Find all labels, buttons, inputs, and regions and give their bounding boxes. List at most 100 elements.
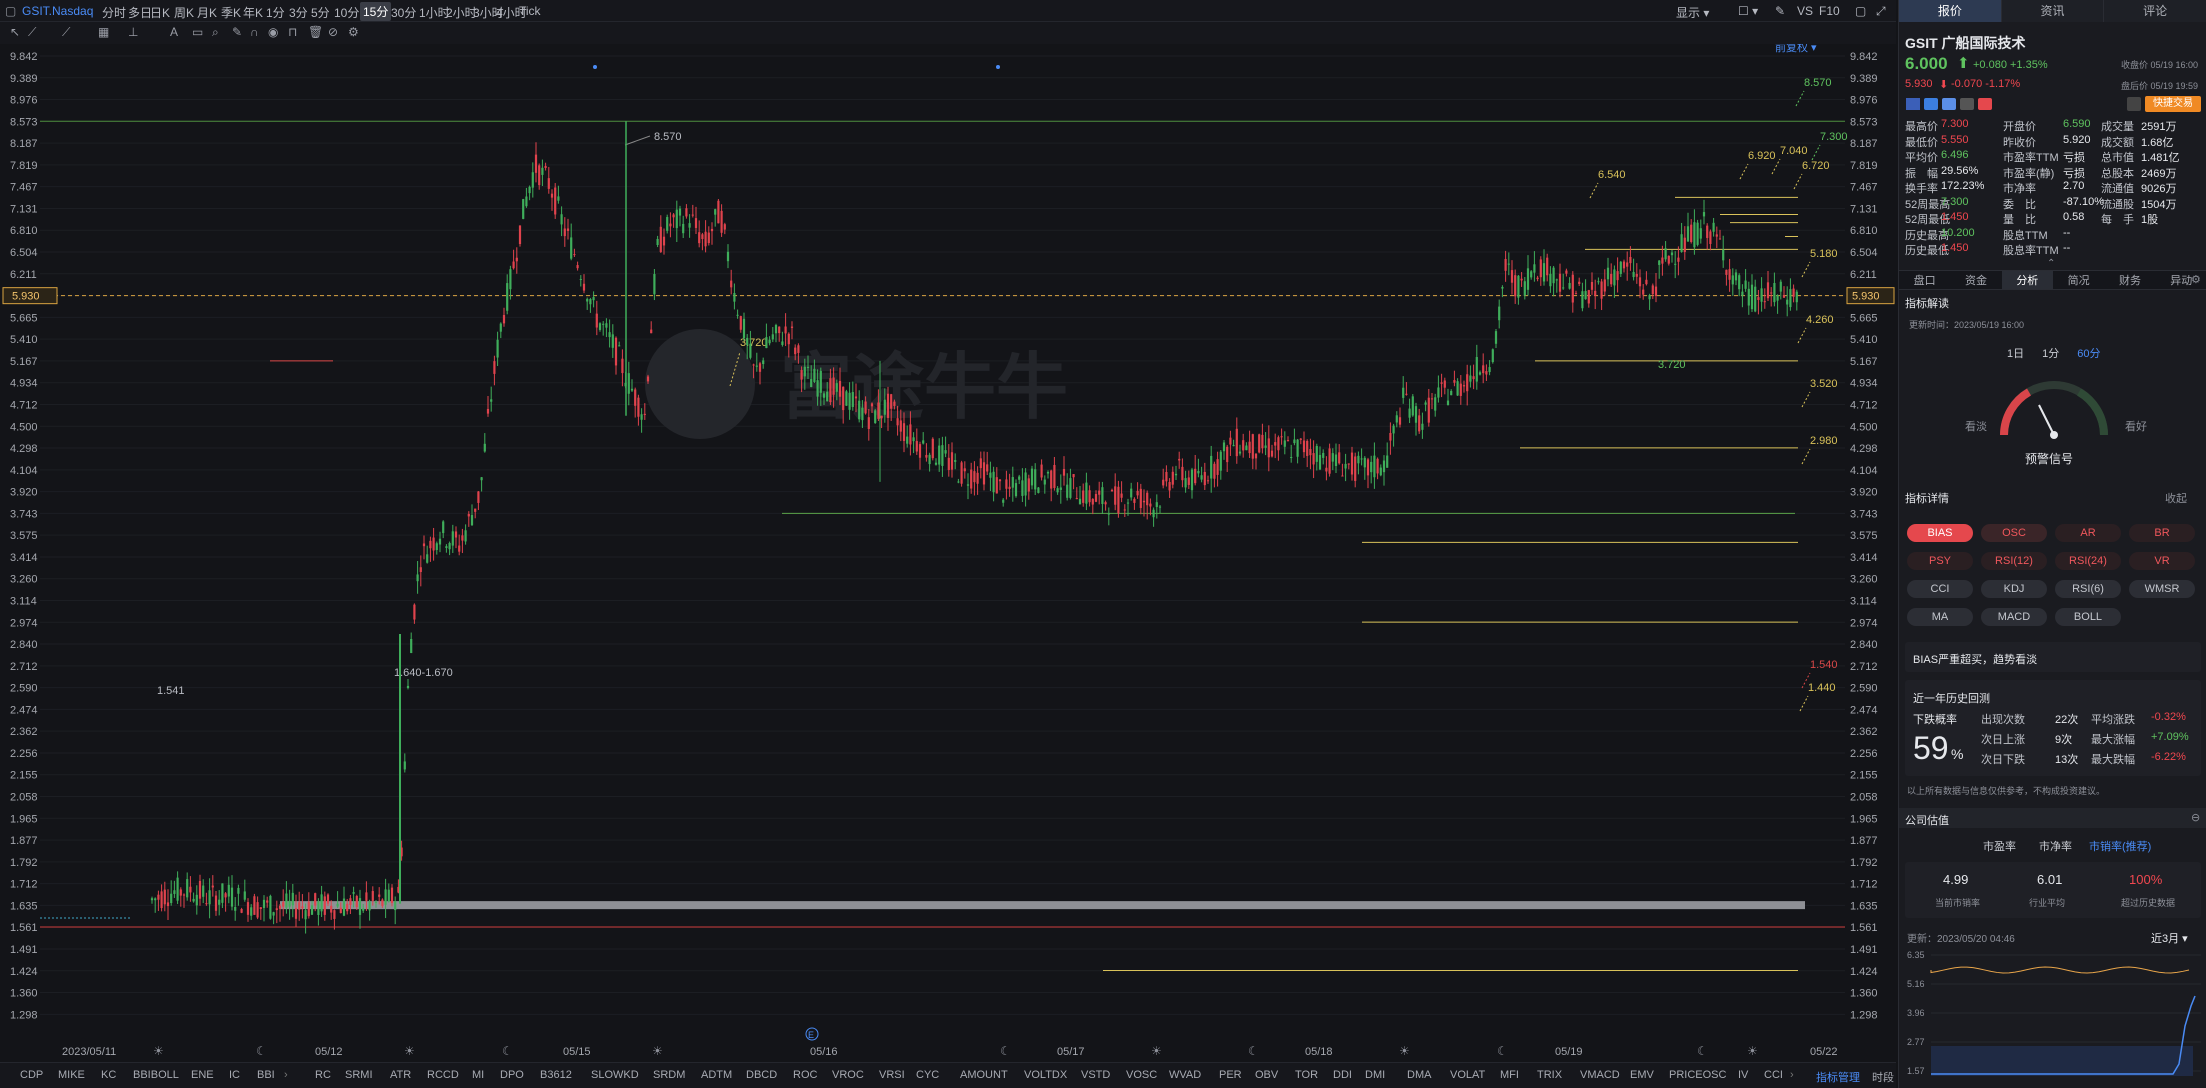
indicator-pill[interactable]: MACD <box>1981 608 2047 626</box>
valuation-tab[interactable]: 市净率 <box>2039 838 2072 854</box>
kline-svg[interactable]: 9.842 9.842 9.389 9.389 8.976 8.976 8.573 8.573… <box>0 40 1896 1060</box>
indicator-pill[interactable]: VR <box>2129 552 2195 570</box>
lock-icon[interactable]: ⊓ <box>288 25 297 39</box>
indicator-pill[interactable]: KDJ <box>1981 580 2047 598</box>
trash-icon[interactable]: 🗑 <box>308 25 323 39</box>
indicator-pill[interactable]: CCI <box>1907 580 1973 598</box>
text-icon[interactable]: A <box>170 25 178 39</box>
period-3分[interactable]: 3分 <box>289 4 308 21</box>
indicator-tab[interactable]: VRSI <box>879 1069 905 1081</box>
period-1分[interactable]: 1分 <box>266 4 285 21</box>
magnet-icon[interactable]: ∩ <box>250 25 259 39</box>
indicator-tab[interactable]: VOSC <box>1126 1069 1157 1081</box>
gear-icon[interactable]: ⚙ <box>2191 273 2201 286</box>
indicator-tab[interactable]: RCCD <box>427 1069 459 1081</box>
collapse-icon[interactable]: ⊖ <box>2191 811 2200 824</box>
period-月K[interactable]: 月K <box>197 4 217 21</box>
indicator-tab[interactable]: TRIX <box>1537 1069 1562 1081</box>
sub-tab[interactable]: 资金 <box>1950 271 2001 289</box>
indicator-tab[interactable]: VMACD <box>1580 1069 1620 1081</box>
indicator-tab[interactable]: ADTM <box>701 1069 732 1081</box>
indicator-pill[interactable]: BOLL <box>2055 608 2121 626</box>
indicator-tab[interactable]: WVAD <box>1169 1069 1201 1081</box>
indicator-tab[interactable]: TOR <box>1295 1069 1318 1081</box>
indicator-tab[interactable]: ROC <box>793 1069 817 1081</box>
badge-icon[interactable] <box>1942 98 1956 110</box>
indicator-tab[interactable]: MI <box>472 1069 484 1081</box>
indicator-pill[interactable]: WMSR <box>2129 580 2195 598</box>
indicator-tab[interactable]: SRDM <box>653 1069 685 1081</box>
session-link[interactable]: 时段 <box>1872 1069 1894 1085</box>
gauge-period[interactable]: 60分 <box>2077 348 2100 360</box>
indicator-tab[interactable]: IC <box>229 1069 240 1081</box>
cursor-icon[interactable]: ↖ <box>10 25 20 39</box>
period-5分[interactable]: 5分 <box>311 4 330 21</box>
period-Tick[interactable]: Tick <box>519 4 541 18</box>
indicator-pill[interactable]: RSI(12) <box>1981 552 2047 570</box>
layout-icon[interactable]: ☐ ▾ <box>1738 4 1758 18</box>
period-周K[interactable]: 周K <box>174 4 194 21</box>
lock-icon[interactable] <box>2127 97 2141 111</box>
period-30分[interactable]: 30分 <box>391 4 416 21</box>
brush-icon[interactable]: ✎ <box>232 25 242 39</box>
indicator-tab[interactable]: IV <box>1738 1069 1748 1081</box>
quick-trade-button[interactable]: 快捷交易 <box>2145 96 2201 112</box>
kline-chart[interactable]: 9.842 9.842 9.389 9.389 8.976 8.976 8.573 8.573… <box>0 40 1896 1060</box>
pen-icon[interactable]: ✎ <box>1775 4 1785 18</box>
period-季K[interactable]: 季K <box>221 4 241 21</box>
sub-tab[interactable]: 财务 <box>2104 271 2155 289</box>
zoom-icon[interactable]: ⌕ <box>212 25 219 40</box>
symbol-label[interactable]: GSIT.Nasdaq <box>22 4 93 18</box>
indicator-tab[interactable]: B3612 <box>540 1069 572 1081</box>
line-icon[interactable]: ⟋ <box>28 25 36 40</box>
sidebar-toggle-icon[interactable]: ▢ <box>5 4 16 18</box>
indicator-tab[interactable]: RC <box>315 1069 331 1081</box>
indicator-pill[interactable]: AR <box>2055 524 2121 542</box>
indicator-tab[interactable]: DBCD <box>746 1069 777 1081</box>
indicator-tab[interactable]: DPO <box>500 1069 524 1081</box>
indicator-tab[interactable]: ENE <box>191 1069 214 1081</box>
indicator-pill[interactable]: RSI(6) <box>2055 580 2121 598</box>
val-range-select[interactable]: 近3月 ▾ <box>2151 930 2188 946</box>
panel-tab[interactable]: 报价 <box>1899 0 2002 22</box>
comment-icon[interactable]: ▭ <box>192 25 203 39</box>
toolbar-right-item[interactable]: 显示 ▾ <box>1676 4 1709 21</box>
indicator-tab[interactable]: CYC <box>916 1069 939 1081</box>
period-分时[interactable]: 分时 <box>102 4 126 21</box>
heart-icon[interactable] <box>1978 98 1992 110</box>
sub-tab[interactable]: 分析 <box>2001 271 2053 289</box>
period-10分[interactable]: 10分 <box>334 4 359 21</box>
indicator-tab[interactable]: AMOUNT <box>960 1069 1008 1081</box>
sub-tab[interactable]: 盘口 <box>1899 271 1950 289</box>
measure-icon[interactable]: ⊥ <box>128 25 138 39</box>
indicator-pill[interactable]: BR <box>2129 524 2195 542</box>
valuation-tab[interactable]: 市盈率 <box>1983 838 2016 854</box>
indicator-pill[interactable]: RSI(24) <box>2055 552 2121 570</box>
indicator-tab[interactable]: VSTD <box>1081 1069 1110 1081</box>
gauge-period[interactable]: 1日 <box>2007 348 2024 360</box>
badge-icon[interactable] <box>1924 98 1938 110</box>
indicator-tab[interactable]: VOLTDX <box>1024 1069 1067 1081</box>
indicator-tab[interactable]: OBV <box>1255 1069 1278 1081</box>
indicator-tab[interactable]: KC <box>101 1069 116 1081</box>
panel-tab[interactable]: 评论 <box>2104 0 2206 22</box>
indicator-pill[interactable]: MA <box>1907 608 1973 626</box>
indicator-tab[interactable]: MIKE <box>58 1069 85 1081</box>
channel-icon[interactable]: ⟋ <box>62 25 70 40</box>
indicator-tab[interactable]: SRMI <box>345 1069 373 1081</box>
gauge-period[interactable]: 1分 <box>2042 348 2059 360</box>
period-多日[interactable]: 多日 <box>128 4 152 21</box>
badge-icon[interactable] <box>1960 98 1974 110</box>
indicator-tab[interactable]: VOLAT <box>1450 1069 1485 1081</box>
gear-icon[interactable]: ⚙ <box>348 25 359 39</box>
fullscreen-icon[interactable]: ⤢ <box>1876 4 1886 19</box>
valuation-tab[interactable]: 市销率(推荐) <box>2089 838 2151 854</box>
indicator-tab[interactable]: BBI <box>257 1069 275 1081</box>
indicator-tab[interactable]: DMI <box>1365 1069 1385 1081</box>
indicator-tab[interactable]: ATR <box>390 1069 411 1081</box>
indicator-tab[interactable]: VROC <box>832 1069 864 1081</box>
collapse-link[interactable]: 收起 <box>2165 490 2187 506</box>
indicator-tab[interactable]: EMV <box>1630 1069 1654 1081</box>
fib-icon[interactable]: ▦ <box>98 25 109 39</box>
eye-icon[interactable]: ◉ <box>268 25 278 39</box>
